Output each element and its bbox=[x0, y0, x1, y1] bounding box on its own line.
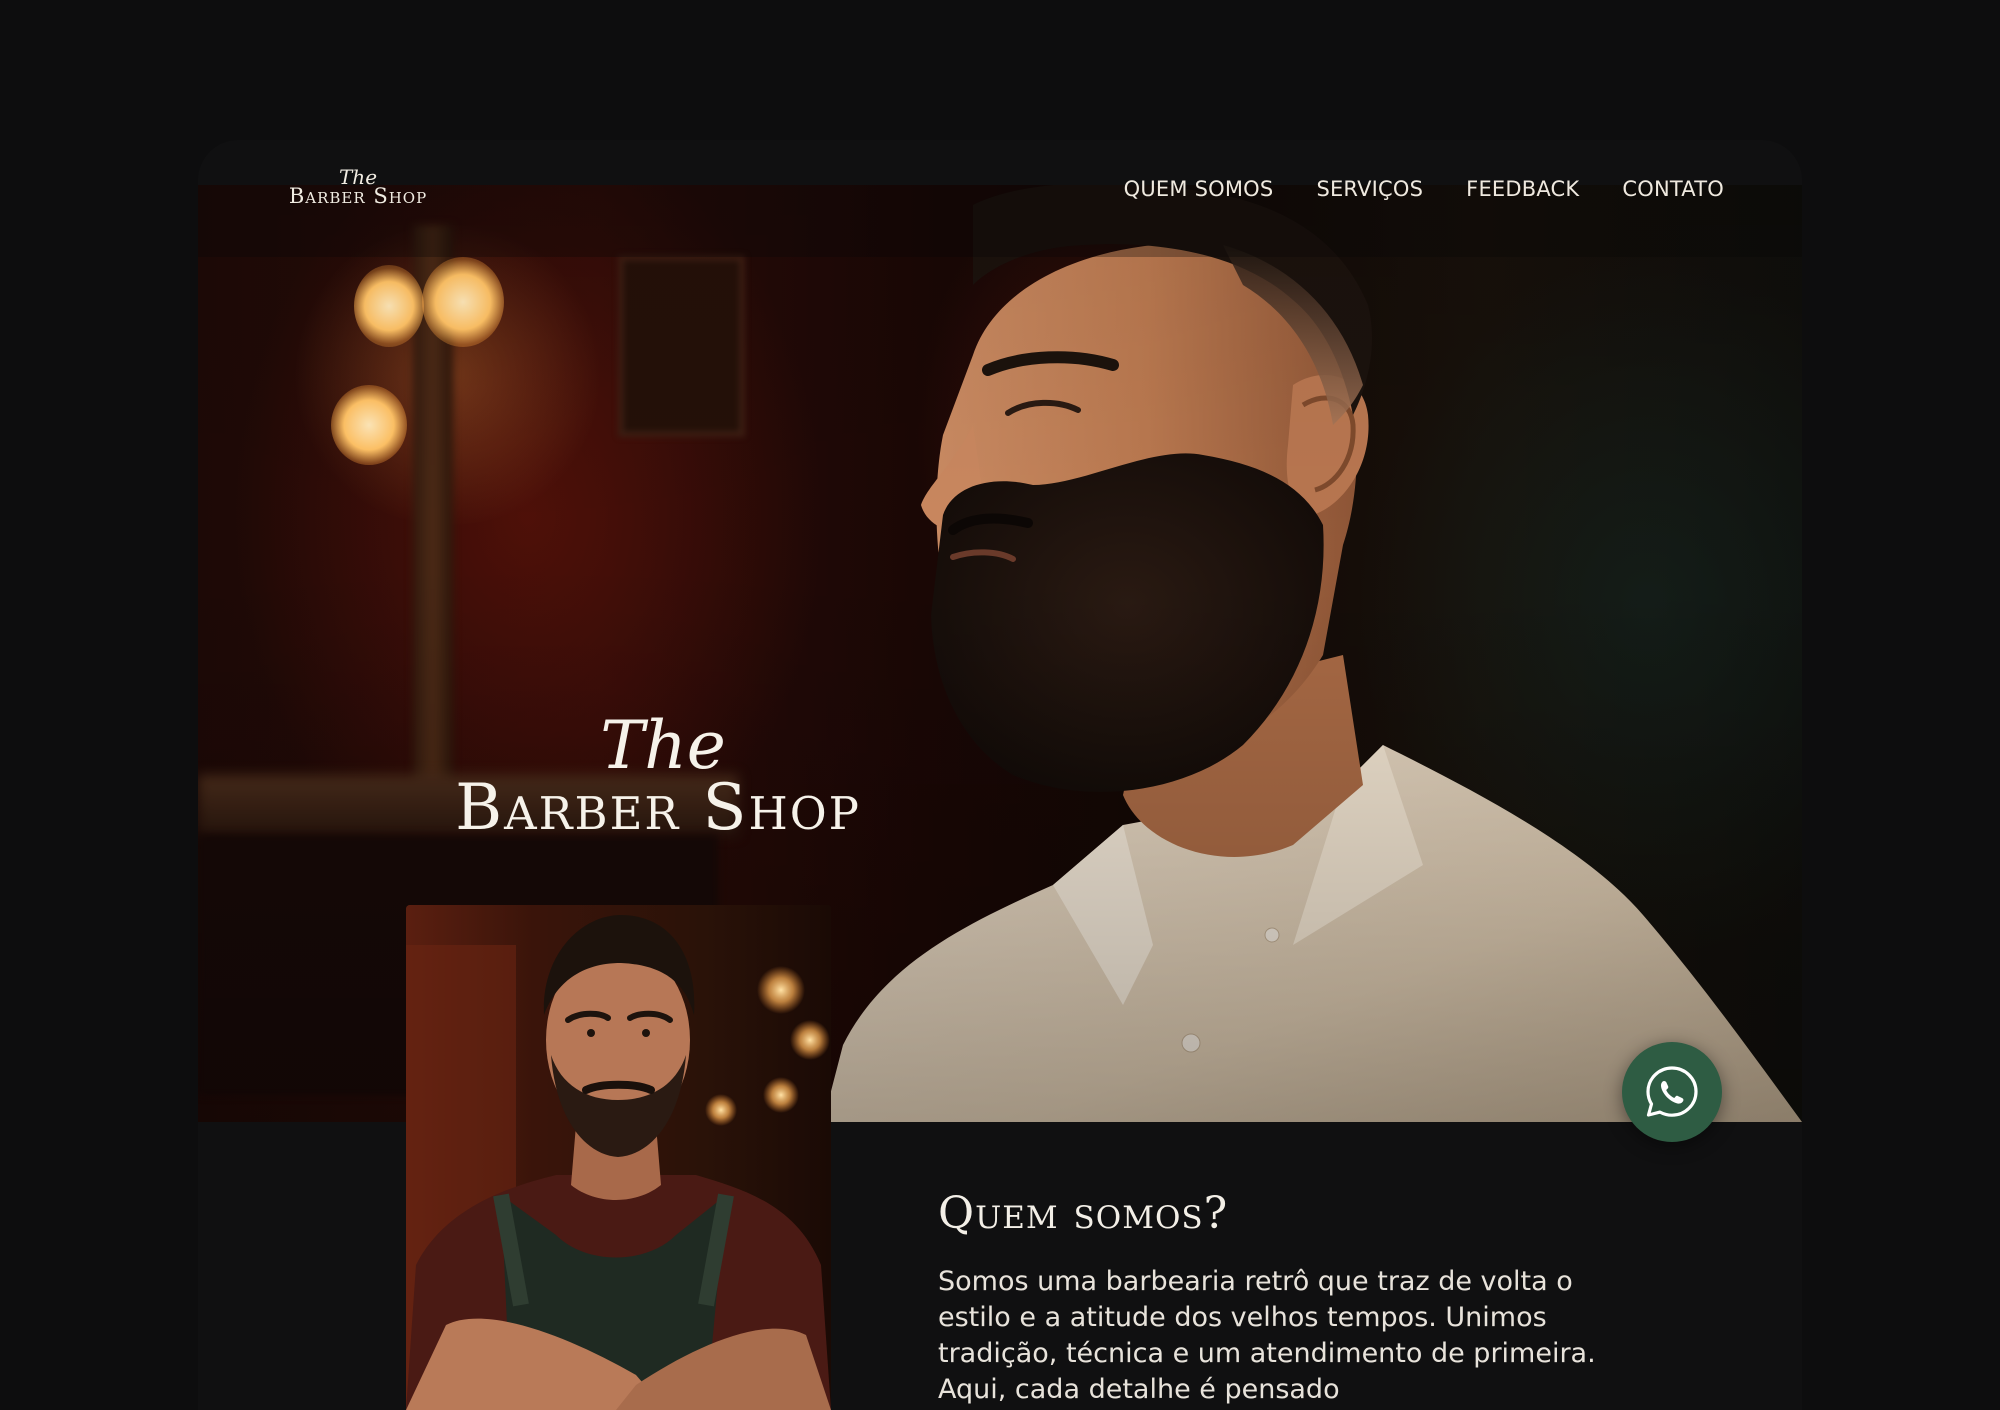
barber-portrait-photo bbox=[406, 905, 831, 1410]
hero-logo-name: Barber Shop bbox=[455, 771, 861, 845]
barber-illustration bbox=[406, 905, 831, 1410]
nav-servicos[interactable]: SERVIÇOS bbox=[1316, 177, 1423, 201]
hero-logo: The Barber Shop bbox=[398, 707, 918, 845]
nav-links: QUEM SOMOS SERVIÇOS FEEDBACK CONTATO bbox=[1124, 177, 1724, 201]
nav-logo[interactable]: The Barber Shop bbox=[278, 167, 438, 218]
top-navbar: The Barber Shop QUEM SOMOS SERVIÇOS FEED… bbox=[198, 167, 1802, 257]
nav-logo-name: Barber Shop bbox=[288, 184, 428, 208]
nav-quem-somos[interactable]: QUEM SOMOS bbox=[1124, 177, 1274, 201]
whatsapp-button[interactable] bbox=[1622, 1042, 1722, 1142]
about-text: Somos uma barbearia retrô que traz de vo… bbox=[938, 1266, 1596, 1405]
whatsapp-icon bbox=[1646, 1066, 1698, 1117]
about-title: Quem somos? bbox=[938, 1188, 1229, 1239]
browser-frame: The Barber Shop The Barber Shop QUEM SOM… bbox=[198, 140, 1802, 1410]
hero-logo-the: The bbox=[600, 707, 726, 784]
nav-contato[interactable]: CONTATO bbox=[1622, 177, 1724, 201]
nav-feedback[interactable]: FEEDBACK bbox=[1466, 177, 1579, 201]
